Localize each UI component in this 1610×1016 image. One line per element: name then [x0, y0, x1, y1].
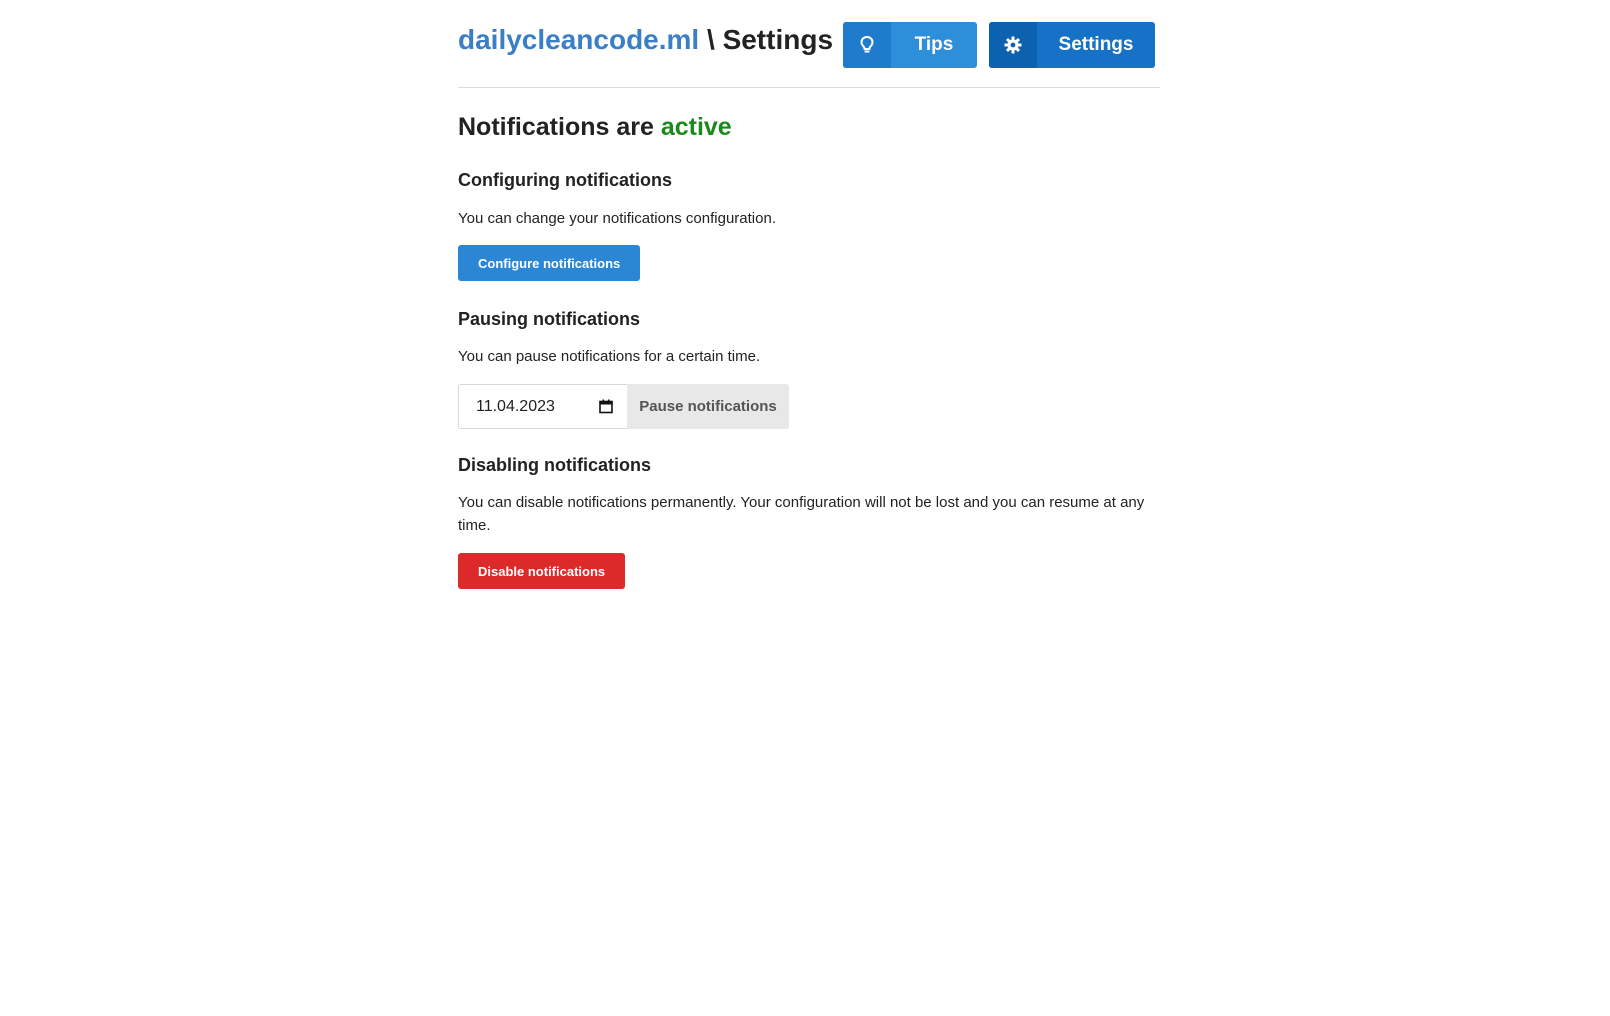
notification-status-heading: Notifications are active — [458, 110, 732, 144]
configure-description: You can change your notifications config… — [458, 210, 776, 227]
configure-heading: Configuring notifications — [458, 170, 672, 190]
gear-icon — [989, 22, 1037, 68]
status-prefix: Notifications are — [458, 113, 661, 141]
configure-notifications-button[interactable]: Configure notifications — [458, 245, 641, 281]
pause-description: You can pause notifications for a certai… — [458, 348, 761, 365]
title-separator: \ — [699, 24, 723, 55]
page-container: dailycleancode.ml \ Settings Tips Settin… — [458, 0, 1160, 589]
pause-date-input[interactable]: 11.04.2023 — [458, 384, 627, 429]
tips-label: Tips — [914, 34, 954, 55]
pause-heading: Pausing notifications — [458, 309, 641, 329]
pause-input-group: 11.04.2023 Pause notifications — [458, 384, 789, 429]
lightbulb-icon — [843, 22, 891, 68]
pause-date-value: 11.04.2023 — [476, 397, 555, 415]
tips-button[interactable]: Tips — [843, 22, 977, 68]
disable-heading: Disabling notifications — [458, 455, 652, 475]
title-page-name: Settings — [722, 24, 834, 55]
settings-button[interactable]: Settings — [989, 22, 1155, 68]
site-link[interactable]: dailycleancode.ml — [458, 24, 699, 55]
page-title: dailycleancode.ml \ Settings — [458, 20, 833, 60]
status-badge: active — [660, 113, 732, 141]
disable-description: You can disable notifications permanentl… — [458, 494, 1145, 534]
disable-notifications-button[interactable]: Disable notifications — [458, 553, 626, 589]
settings-label: Settings — [1058, 34, 1134, 55]
page-header: dailycleancode.ml \ Settings Tips Settin… — [458, 0, 1160, 88]
calendar-icon[interactable] — [599, 399, 613, 414]
pause-notifications-button[interactable]: Pause notifications — [627, 384, 789, 429]
